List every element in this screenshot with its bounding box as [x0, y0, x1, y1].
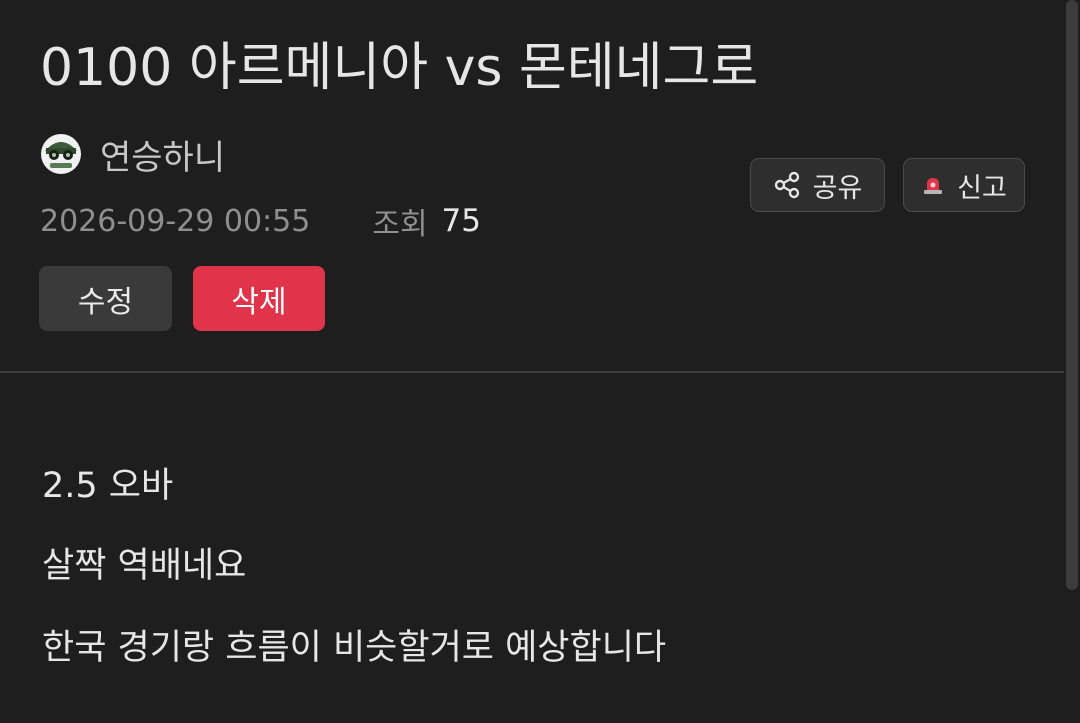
scrollbar-thumb[interactable] — [1066, 0, 1078, 590]
share-label: 공유 — [812, 172, 863, 204]
avatar-icon[interactable] — [40, 133, 82, 175]
post-content-line: 살짝 역배네요 — [42, 546, 247, 586]
share-icon — [773, 171, 801, 199]
edit-button[interactable]: 수정 — [39, 266, 172, 331]
divider — [0, 371, 1064, 373]
share-button[interactable]: 공유 — [750, 158, 885, 212]
author-info: 연승하니 — [40, 130, 225, 179]
post-meta: 2026-09-29 00:55 조회 75 — [40, 200, 481, 242]
post-page: 0100 아르메니아 vs 몬테네그로 연승하니 2026-09-29 00:5… — [0, 0, 1080, 723]
post-date: 2026-09-29 00:55 — [40, 203, 311, 239]
post-title: 0100 아르메니아 vs 몬테네그로 — [40, 38, 759, 98]
views-label: 조회 — [372, 207, 428, 242]
author-name[interactable]: 연승하니 — [100, 130, 225, 179]
post-content-line: 한국 경기랑 흐름이 비슷할거로 예상합니다 — [42, 628, 667, 668]
siren-icon — [921, 173, 945, 197]
scrollbar[interactable] — [1064, 0, 1080, 723]
delete-button[interactable]: 삭제 — [193, 266, 325, 331]
report-button[interactable]: 신고 — [903, 158, 1025, 212]
report-label: 신고 — [957, 172, 1007, 204]
views-count: 75 — [441, 203, 481, 239]
post-content-line: 2.5 오바 — [42, 466, 174, 506]
